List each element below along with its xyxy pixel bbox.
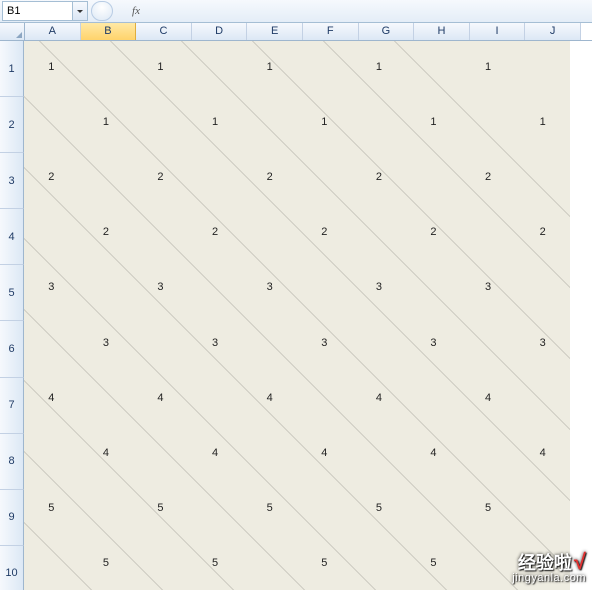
cell-value: 1 (79, 116, 134, 128)
cell-value: 3 (133, 281, 188, 293)
row-header-7[interactable]: 7 (0, 378, 24, 434)
cell-value: 4 (461, 392, 516, 404)
col-header-g[interactable]: G (359, 23, 415, 40)
cell-value: 3 (461, 281, 516, 293)
select-all-corner[interactable] (0, 23, 25, 40)
row-header-5[interactable]: 5 (0, 265, 24, 321)
cell-value: 2 (242, 171, 297, 183)
cell-value: 4 (79, 447, 134, 459)
row-headers: 1 2 3 4 5 6 7 8 9 10 (0, 41, 24, 590)
row-header-6[interactable]: 6 (0, 321, 24, 377)
cell-value: 5 (406, 557, 461, 569)
cell-value: 2 (461, 171, 516, 183)
cell-value: 4 (133, 392, 188, 404)
cell-value: 1 (24, 61, 79, 73)
cell-value: 4 (352, 392, 407, 404)
cell-value: 3 (515, 337, 570, 349)
cell-value: 2 (515, 226, 570, 238)
row-header-2[interactable]: 2 (0, 97, 24, 153)
cell-value: 3 (188, 337, 243, 349)
cells-grid[interactable]: 1 1 1 1 1 1 1 1 1 1 2 2 2 2 2 2 2 2 2 2 3 3 3 3 3 3 3 3 3 3 4 4 4 4 4 4 4 4 4 4… (24, 41, 570, 590)
cell-value: 1 (188, 116, 243, 128)
row-header-4[interactable]: 4 (0, 209, 24, 265)
cell-value: 1 (352, 61, 407, 73)
column-headers: A B C D E F G H I J (0, 23, 592, 41)
cell-value: 1 (133, 61, 188, 73)
cell-value: 3 (352, 281, 407, 293)
col-header-j[interactable]: J (525, 23, 581, 40)
cell-value: 1 (242, 61, 297, 73)
cell-value: 1 (406, 116, 461, 128)
col-header-h[interactable]: H (414, 23, 470, 40)
cancel-button[interactable] (91, 1, 113, 21)
cell-value: 2 (406, 226, 461, 238)
col-header-d[interactable]: D (192, 23, 248, 40)
sheet-area: A B C D E F G H I J 1 2 3 4 5 6 7 8 9 10 (0, 23, 592, 590)
cell-value: 1 (461, 61, 516, 73)
cell-value: 5 (188, 557, 243, 569)
col-header-i[interactable]: I (470, 23, 526, 40)
cell-value: 2 (133, 171, 188, 183)
name-box-value: B1 (7, 5, 20, 17)
name-box[interactable]: B1 (2, 1, 88, 21)
cell-value: 3 (297, 337, 352, 349)
col-header-c[interactable]: C (136, 23, 192, 40)
cell-value: 1 (297, 116, 352, 128)
col-header-b[interactable]: B (81, 23, 137, 40)
cell-value: 4 (188, 447, 243, 459)
cell-value: 4 (24, 392, 79, 404)
cell-value: 5 (133, 502, 188, 514)
fx-icon: fx (132, 5, 140, 17)
cell-value: 4 (297, 447, 352, 459)
col-header-e[interactable]: E (247, 23, 303, 40)
col-header-a[interactable]: A (25, 23, 81, 40)
cell-value: 2 (24, 171, 79, 183)
cell-value: 2 (352, 171, 407, 183)
cell-value: 4 (515, 447, 570, 459)
cell-value: 5 (24, 502, 79, 514)
row-header-9[interactable]: 9 (0, 490, 24, 546)
cell-value: 2 (188, 226, 243, 238)
cell-value: 4 (242, 392, 297, 404)
cell-value: 5 (352, 502, 407, 514)
cell-value: 3 (406, 337, 461, 349)
insert-function-button[interactable]: fx (123, 2, 149, 20)
cell-value: 5 (297, 557, 352, 569)
cell-value: 5 (461, 502, 516, 514)
row-header-1[interactable]: 1 (0, 41, 24, 97)
cell-value: 3 (242, 281, 297, 293)
col-header-f[interactable]: F (303, 23, 359, 40)
formula-input[interactable] (151, 2, 590, 20)
row-header-10[interactable]: 10 (0, 546, 24, 590)
row-header-8[interactable]: 8 (0, 434, 24, 490)
formula-bar: B1 fx (0, 0, 592, 23)
cell-value: 1 (515, 116, 570, 128)
cell-value: 5 (242, 502, 297, 514)
cell-value: 5 (79, 557, 134, 569)
name-box-dropdown-icon[interactable] (72, 2, 87, 20)
cell-value: 4 (406, 447, 461, 459)
row-header-3[interactable]: 3 (0, 153, 24, 209)
cell-value: 5 (515, 557, 570, 569)
cell-value: 3 (24, 281, 79, 293)
cell-value: 2 (79, 226, 134, 238)
cell-value: 2 (297, 226, 352, 238)
cell-value: 3 (79, 337, 134, 349)
